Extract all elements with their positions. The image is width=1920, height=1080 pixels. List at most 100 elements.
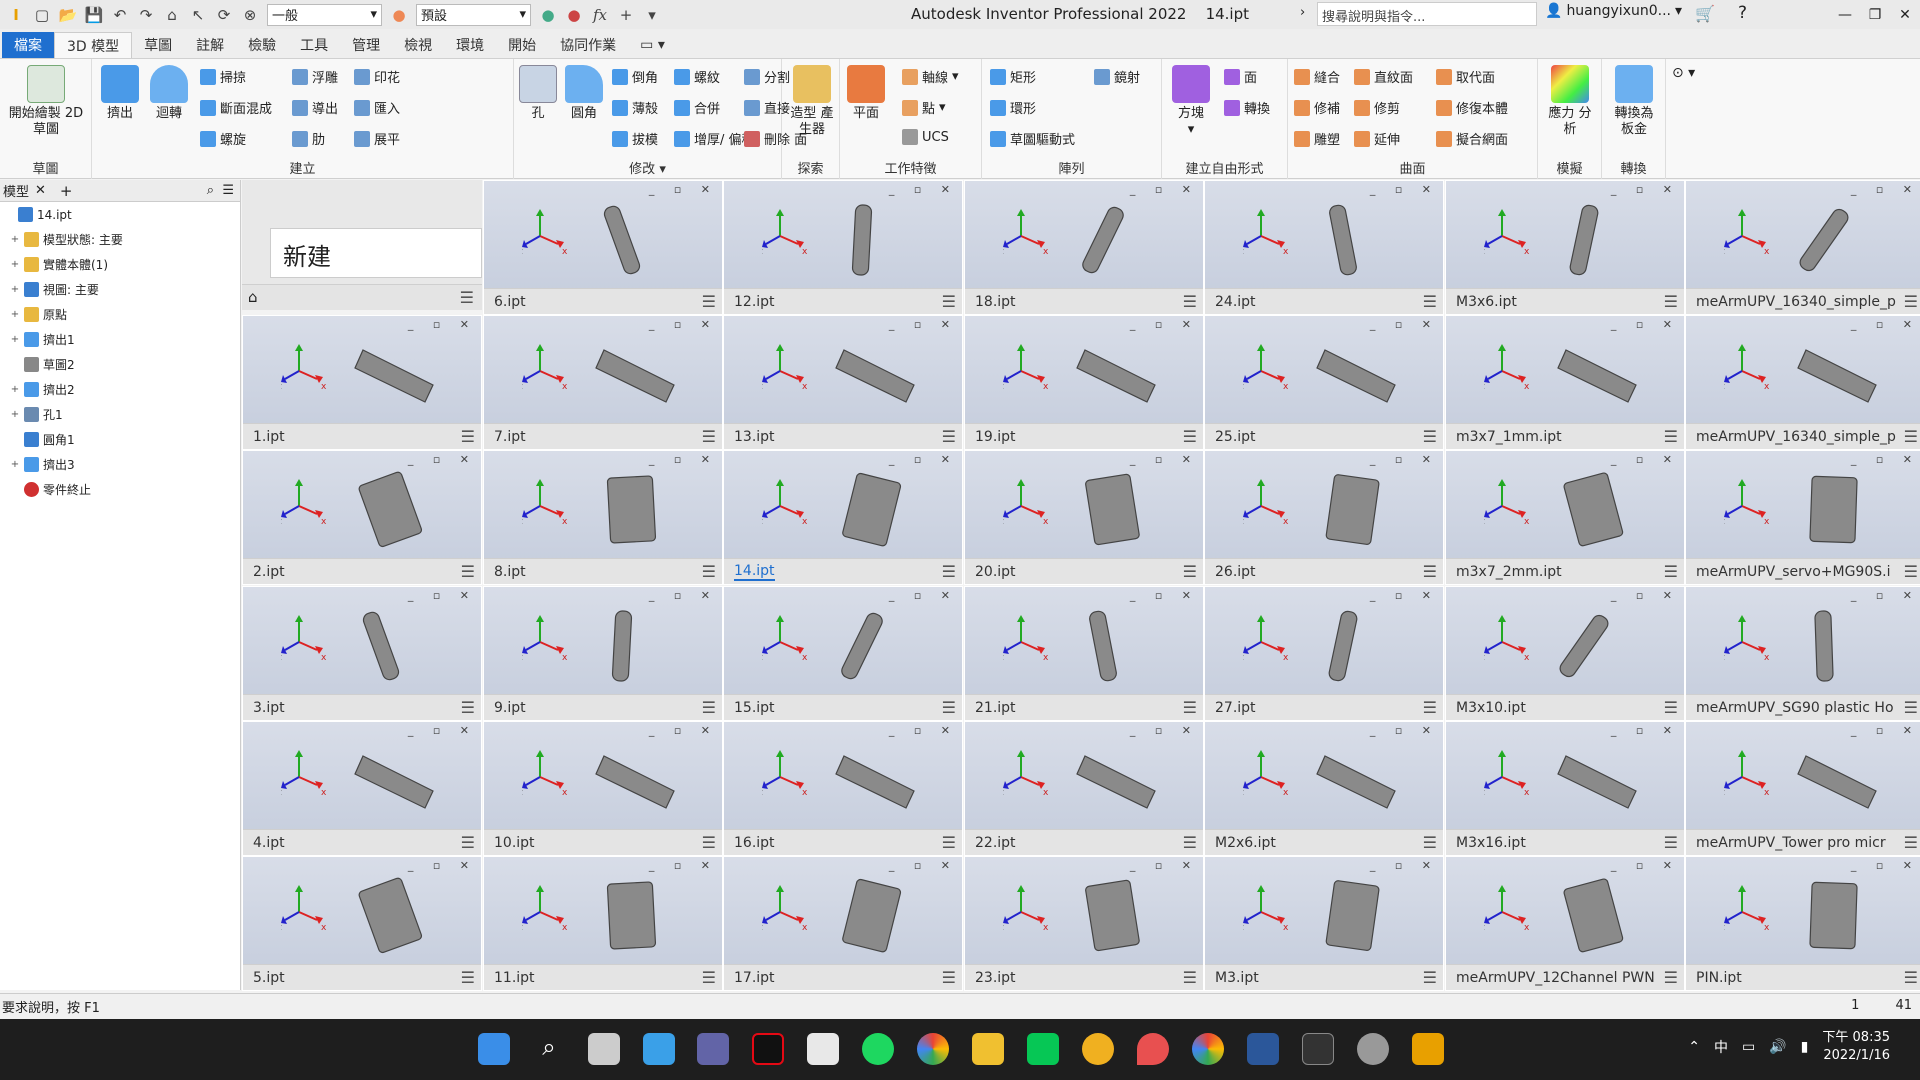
document-tile[interactable]: _ ▫ ✕zx16.ipt☰ — [723, 721, 963, 856]
tree-item[interactable]: + 擠出2 — [0, 377, 240, 402]
menu-icon[interactable]: ☰ — [942, 427, 956, 446]
menu-icon[interactable]: ☰ — [942, 833, 956, 852]
trim-button[interactable]: 修剪 — [1354, 98, 1400, 117]
tile-filename[interactable]: 5.ipt — [253, 970, 285, 986]
tile-filename[interactable]: 21.ipt — [975, 700, 1016, 716]
inventor-logo-icon[interactable]: I — [4, 3, 28, 27]
menu-icon[interactable]: ☰ — [1423, 968, 1437, 987]
document-tile[interactable]: _ ▫ ✕zx19.ipt☰ — [964, 315, 1204, 450]
material-icon[interactable]: ● — [387, 3, 411, 27]
tile-filename[interactable]: 18.ipt — [975, 294, 1016, 310]
extend-button[interactable]: 延伸 — [1354, 129, 1400, 148]
menu-icon[interactable]: ☰ — [702, 292, 716, 311]
document-tile[interactable]: _ ▫ ✕zxM3x10.ipt☰ — [1445, 586, 1685, 721]
document-tile[interactable]: _ ▫ ✕zxM3x16.ipt☰ — [1445, 721, 1685, 856]
tile-filename[interactable]: M3x16.ipt — [1456, 835, 1526, 851]
open-file-icon[interactable]: 📂 — [56, 3, 80, 27]
menu-icon[interactable]: ☰ — [1183, 698, 1197, 717]
document-tile[interactable]: _ ▫ ✕zx20.ipt☰ — [964, 450, 1204, 585]
clear-appearance-icon[interactable]: ● — [562, 3, 586, 27]
menu-icon[interactable]: ☰ — [942, 292, 956, 311]
menu-icon[interactable]: ☰ — [461, 968, 475, 987]
tab-get-started[interactable]: 開始 — [496, 32, 548, 58]
menu-icon[interactable]: ☰ — [702, 427, 716, 446]
network-icon[interactable]: ▭ — [1742, 1039, 1755, 1055]
menu-icon[interactable]: ☰ — [1183, 968, 1197, 987]
redo-icon[interactable]: ↷ — [134, 3, 158, 27]
update-icon[interactable]: ⟳ — [212, 3, 236, 27]
tab-manage[interactable]: 管理 — [340, 32, 392, 58]
tile-filename[interactable]: 11.ipt — [494, 970, 535, 986]
tile-filename[interactable]: 6.ipt — [494, 294, 526, 310]
tile-filename[interactable]: 9.ipt — [494, 700, 526, 716]
document-tile[interactable]: _ ▫ ✕zxm3x7_2mm.ipt☰ — [1445, 450, 1685, 585]
ribbon-options-icon[interactable]: ⊙ ▾ — [1672, 65, 1695, 81]
menu-icon[interactable]: ☰ — [1423, 292, 1437, 311]
point-button[interactable]: 點 ▾ — [902, 98, 946, 117]
tree-item[interactable]: 14.ipt — [0, 202, 240, 227]
expand-icon[interactable]: + — [10, 459, 20, 470]
spotify-icon[interactable] — [862, 1033, 894, 1065]
app-icon[interactable] — [1137, 1033, 1169, 1065]
document-tile[interactable]: _ ▫ ✕zxM3x6.ipt☰ — [1445, 180, 1685, 315]
sculpt-button[interactable]: 雕塑 — [1294, 129, 1340, 148]
derive-button[interactable]: 導出 — [292, 98, 338, 117]
close-icon[interactable]: ✕ — [1890, 0, 1920, 29]
rectangular-pattern-button[interactable]: 矩形 — [990, 67, 1036, 86]
task-view-icon[interactable] — [588, 1033, 620, 1065]
document-tile[interactable]: _ ▫ ✕zx2.ipt☰ — [242, 450, 482, 585]
menu-icon[interactable]: ☰ — [942, 698, 956, 717]
tree-item[interactable]: + 孔1 — [0, 402, 240, 427]
decal-button[interactable]: 印花 — [354, 67, 400, 86]
document-tile[interactable]: _ ▫ ✕zx11.ipt☰ — [483, 856, 723, 991]
tree-item[interactable]: + 原點 — [0, 302, 240, 327]
tile-filename[interactable]: meArmUPV_servo+MG90S.i — [1696, 564, 1890, 580]
menu-icon[interactable]: ☰ — [461, 698, 475, 717]
plane-button[interactable]: 平面 — [846, 65, 886, 122]
tree-item[interactable]: + 實體本體(1) — [0, 252, 240, 277]
chamfer-button[interactable]: 倒角 — [612, 67, 658, 86]
document-tile[interactable]: _ ▫ ✕zxPIN.ipt☰ — [1685, 856, 1920, 991]
tab-file[interactable]: 檔案 — [2, 32, 54, 58]
document-tile[interactable]: _ ▫ ✕zx10.ipt☰ — [483, 721, 723, 856]
tile-filename[interactable]: M3.ipt — [1215, 970, 1259, 986]
tile-filename[interactable]: 4.ipt — [253, 835, 285, 851]
tile-filename[interactable]: 19.ipt — [975, 429, 1016, 445]
clock[interactable]: 下午 08:35 2022/1/16 — [1822, 1029, 1890, 1065]
search-input[interactable]: 搜尋說明與指令... — [1317, 2, 1537, 26]
ruled-surface-button[interactable]: 直紋面 — [1354, 67, 1413, 86]
import-button[interactable]: 匯入 — [354, 98, 400, 117]
extrude-button[interactable]: 擠出 — [100, 65, 140, 122]
tab-annotate[interactable]: 註解 — [184, 32, 236, 58]
tab-environments[interactable]: 環境 — [444, 32, 496, 58]
stitch-button[interactable]: 縫合 — [1294, 67, 1340, 86]
start-2d-sketch-button[interactable]: 開始繪製 2D 草圖 — [8, 65, 84, 138]
menu-icon[interactable]: ☰ — [1664, 698, 1678, 717]
tile-filename[interactable]: 25.ipt — [1215, 429, 1256, 445]
expand-icon[interactable]: + — [10, 334, 20, 345]
cart-icon[interactable]: 🛒 — [1695, 4, 1715, 23]
group-modify-label[interactable]: 修改 ▾ — [514, 158, 781, 177]
menu-icon[interactable]: ☰ — [1904, 562, 1918, 581]
emboss-button[interactable]: 浮雕 — [292, 67, 338, 86]
microsoft-store-icon[interactable] — [807, 1033, 839, 1065]
help-icon[interactable]: ? — [1738, 3, 1747, 23]
function-icon[interactable]: fx — [588, 3, 612, 27]
menu-icon[interactable]: ☰ — [1664, 833, 1678, 852]
expand-icon[interactable]: + — [10, 259, 20, 270]
shape-generator-button[interactable]: 造型 產生器 — [790, 65, 834, 138]
tile-filename[interactable]: 2.ipt — [253, 564, 285, 580]
appearance-select[interactable]: 預設 ▾ — [416, 3, 531, 26]
tree-item[interactable]: + 模型狀態: 主要 — [0, 227, 240, 252]
shell-button[interactable]: 薄殼 — [612, 98, 658, 117]
document-tile[interactable]: _ ▫ ✕zx12.ipt☰ — [723, 180, 963, 315]
menu-icon[interactable]: ☰ — [1423, 698, 1437, 717]
tile-filename[interactable]: meArmUPV_16340_simple_p — [1696, 294, 1896, 310]
document-tile[interactable]: _ ▫ ✕zxmeArmUPV_16340_simple_p☰ — [1685, 180, 1920, 315]
chrome-profile-icon[interactable] — [1192, 1033, 1224, 1065]
document-tile[interactable]: _ ▫ ✕zx15.ipt☰ — [723, 586, 963, 721]
volume-icon[interactable]: 🔊 — [1769, 1039, 1786, 1055]
split-button[interactable]: 分割 — [700, 67, 790, 86]
box-button[interactable]: 方塊 ▾ — [1170, 65, 1212, 138]
tree-item[interactable]: 草圖2 — [0, 352, 240, 377]
